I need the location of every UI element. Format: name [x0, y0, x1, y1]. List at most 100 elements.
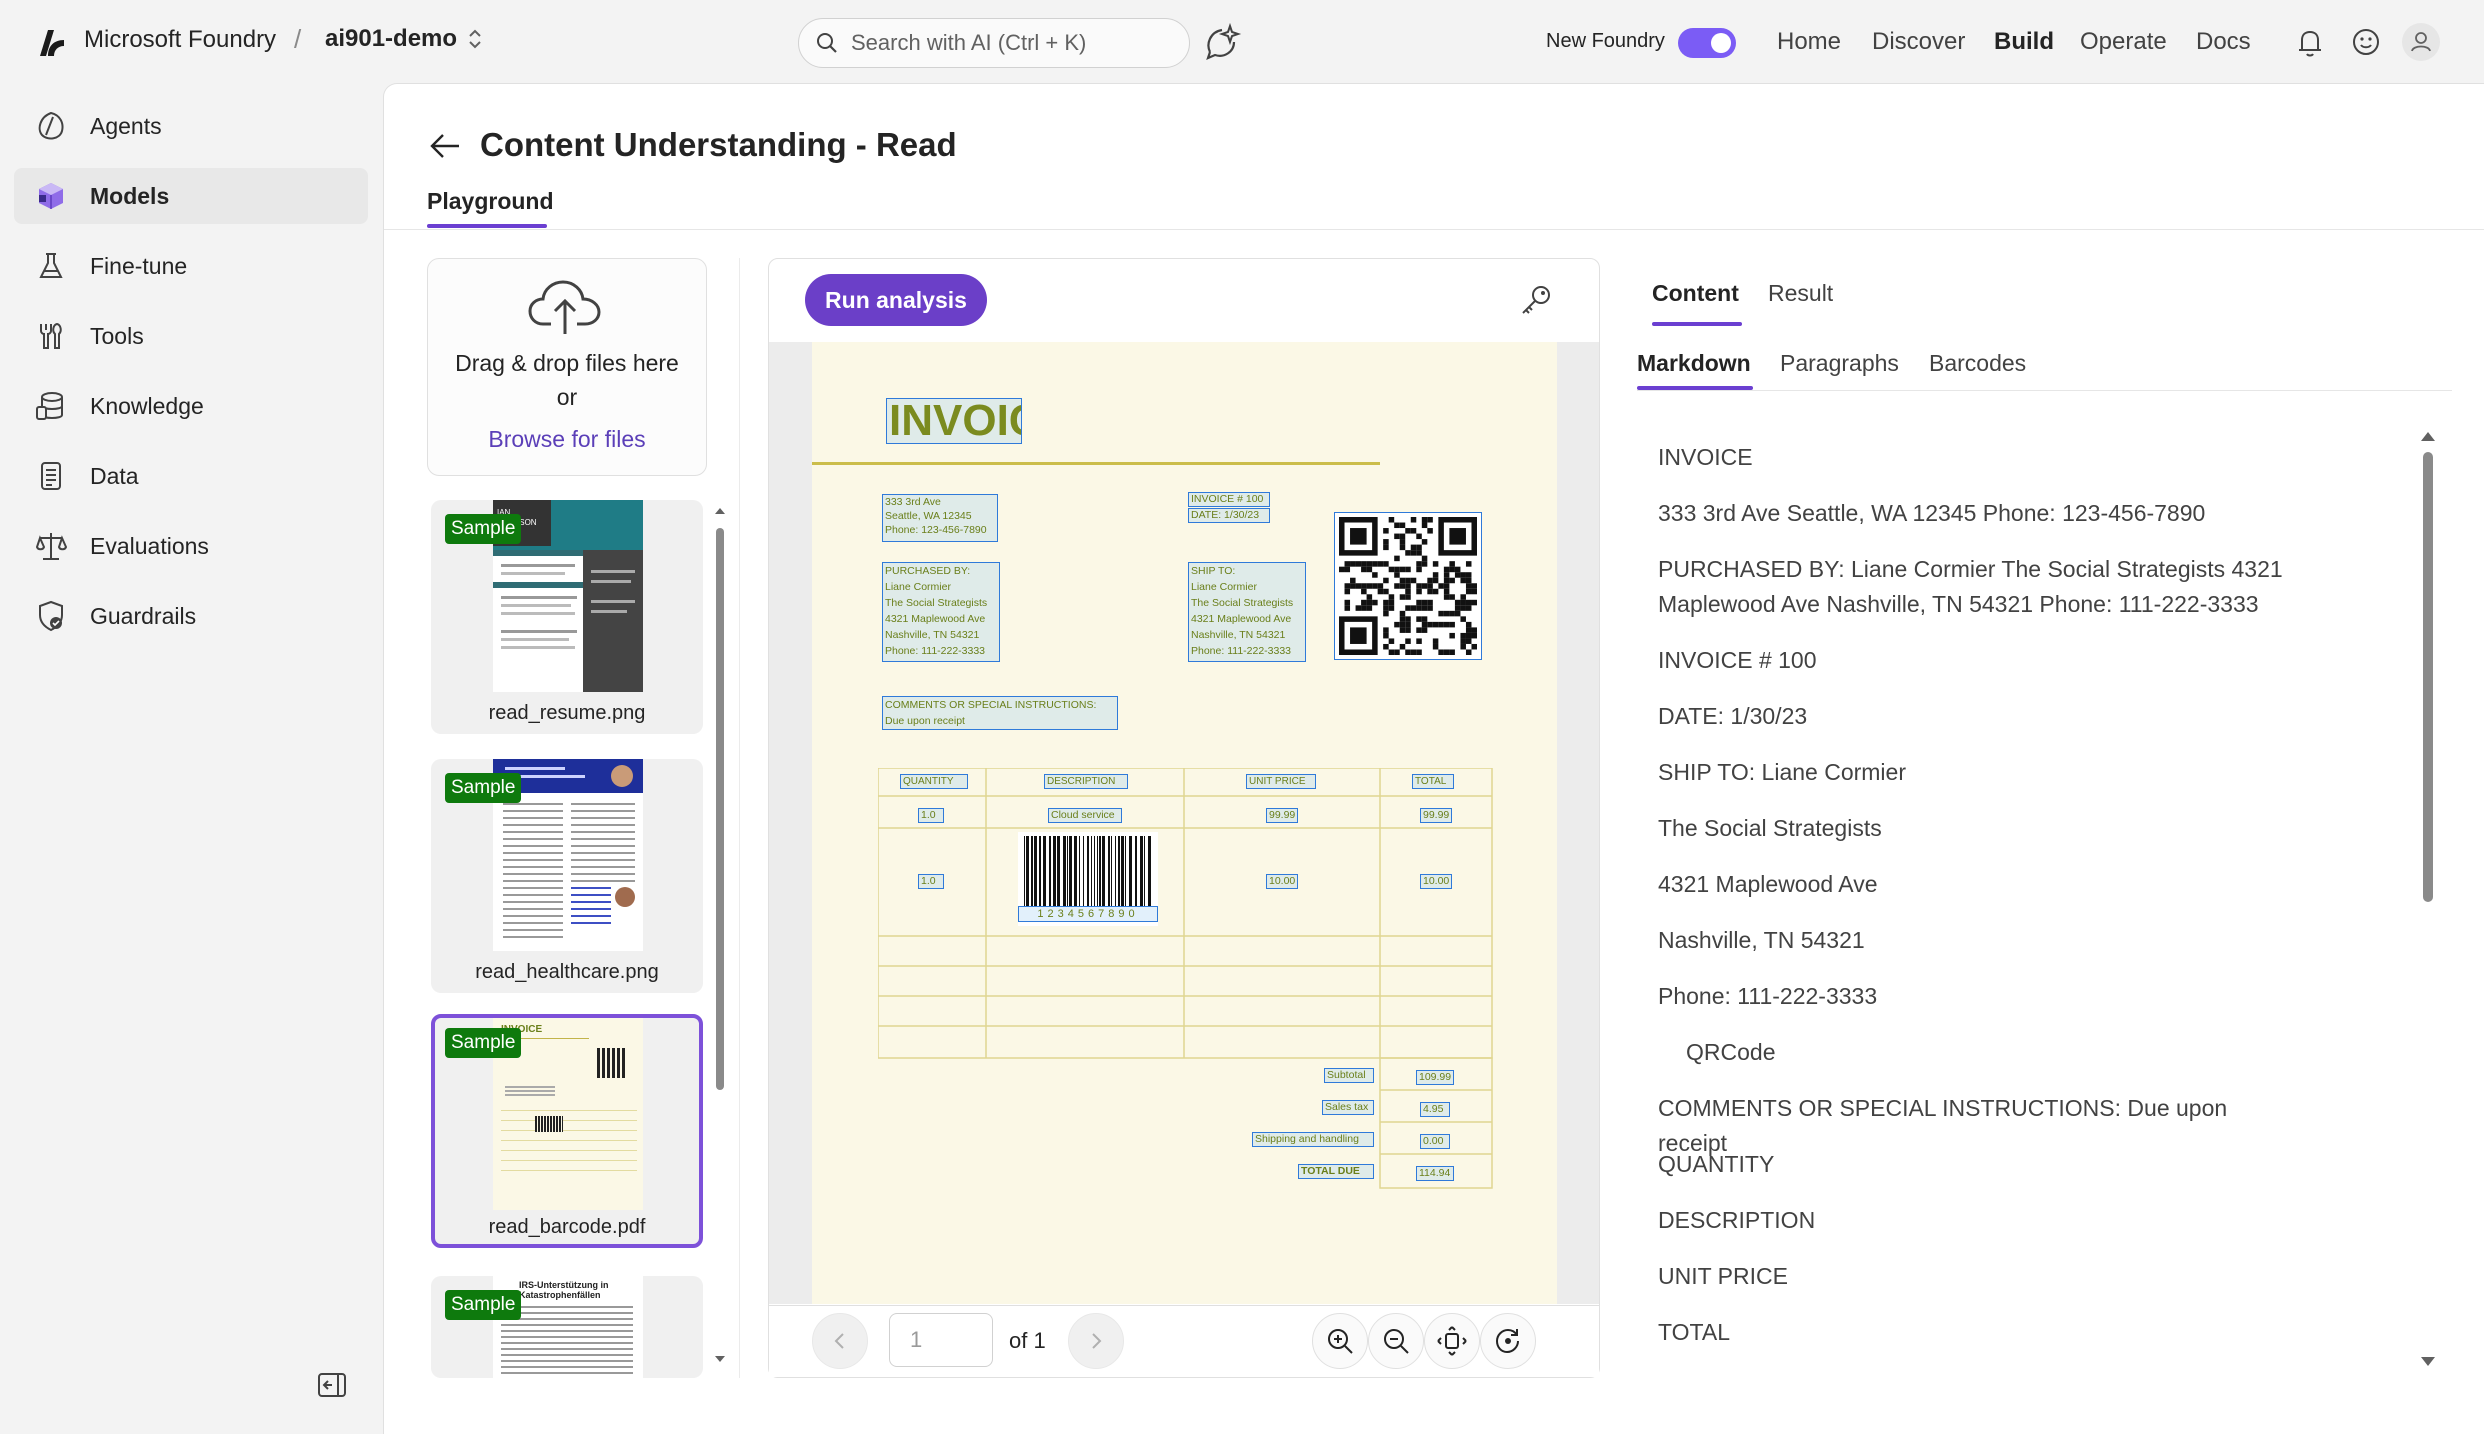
sidebar-item-models[interactable]: Models [14, 168, 368, 224]
tools-icon [40, 322, 62, 349]
markdown-line: DESCRIPTION [1658, 1207, 1816, 1233]
top-bar: Microsoft Foundry / ai901-demo New Found… [0, 0, 2484, 84]
fit-page-button[interactable] [1424, 1313, 1480, 1369]
row2-unit-price: 10.00 [1266, 874, 1298, 889]
markdown-line: Nashville, TN 54321 [1658, 927, 1865, 953]
sidebar-item-agents[interactable]: Agents [14, 98, 368, 154]
total-value-shipping: 0.00 [1420, 1134, 1450, 1149]
drop-zone-or: or [556, 384, 578, 410]
zoom-in-icon [1328, 1329, 1353, 1354]
invoice-table-grid [878, 768, 1493, 1189]
scroll-down-arrow-icon[interactable] [2418, 1354, 2438, 1370]
markdown-line: The Social Strategists [1658, 815, 1882, 841]
markdown-line: SHIP TO: Liane Cormier [1658, 759, 1906, 785]
search-box[interactable] [798, 18, 1190, 68]
markdown-line: 333 3rd Ave Seattle, WA 12345 Phone: 123… [1658, 500, 2206, 526]
copilot-sparkle-icon[interactable] [1202, 22, 1242, 62]
tab-content[interactable]: Content [1652, 280, 1739, 307]
row2-total: 10.00 [1420, 874, 1452, 889]
sidebar-item-label: Data [90, 462, 139, 489]
invoice-page: INVOICE 333 3rd AveSeattle, WA 12345Phon… [812, 342, 1557, 1304]
brand-name[interactable]: Microsoft Foundry [84, 26, 276, 54]
sidebar-item-evaluations[interactable]: Evaluations [14, 518, 368, 574]
markdown-line: TOTAL [1658, 1319, 1730, 1345]
prev-page-button[interactable] [812, 1313, 868, 1369]
sidebar-item-guardrails[interactable]: Guardrails [14, 588, 368, 644]
sidebar-item-knowledge[interactable]: Knowledge [14, 378, 368, 434]
zoom-in-button[interactable] [1312, 1313, 1368, 1369]
run-analysis-button[interactable]: Run analysis [805, 274, 987, 326]
title-rule [812, 462, 1380, 465]
nav-operate[interactable]: Operate [2080, 28, 2167, 56]
row1-unit-price: 99.99 [1266, 808, 1298, 823]
key-icon[interactable] [1518, 282, 1554, 318]
breadcrumb-separator: / [294, 24, 302, 54]
back-arrow-icon[interactable] [427, 130, 463, 162]
doc-ship-to: SHIP TO: Liane Cormier The Social Strategi… [1188, 562, 1306, 662]
sidebar-item-data[interactable]: Data [14, 448, 368, 504]
total-label-total-due: TOTAL DUE [1298, 1164, 1374, 1179]
page-number-input[interactable] [889, 1313, 993, 1367]
nav-docs[interactable]: Docs [2196, 28, 2251, 56]
flask-icon [39, 253, 63, 278]
file-card-resume[interactable]: IAN HANSSON Sample read_resume.png [431, 500, 703, 734]
next-page-button[interactable] [1068, 1313, 1124, 1369]
tab-result[interactable]: Result [1768, 280, 1833, 307]
bell-icon[interactable] [2292, 24, 2328, 60]
scales-icon [35, 533, 68, 560]
markdown-scroll-thumb[interactable] [2423, 452, 2433, 902]
collapse-sidebar-icon[interactable] [316, 1370, 348, 1400]
subtab-barcodes[interactable]: Barcodes [1929, 350, 2026, 377]
th-total: TOTAL [1412, 774, 1454, 789]
sidebar-item-label: Evaluations [90, 532, 209, 559]
subtab-markdown[interactable]: Markdown [1637, 350, 1751, 377]
nav-build[interactable]: Build [1994, 28, 2054, 56]
barcode: 1234567890 [1018, 832, 1158, 926]
project-selector[interactable]: ai901-demo [325, 25, 483, 53]
sample-badge: Sample [445, 1290, 522, 1320]
zoom-out-button[interactable] [1368, 1313, 1424, 1369]
toggle-knob [1711, 33, 1731, 53]
markdown-line: PURCHASED BY: Liane Cormier The Social S… [1658, 556, 2283, 617]
total-label-sales-tax: Sales tax [1322, 1100, 1374, 1115]
nav-discover[interactable]: Discover [1872, 28, 1965, 56]
file-card-tax-doc[interactable]: IRS-Unterstützung in Katastrophenfällen … [431, 1276, 703, 1378]
file-list-scroll-thumb[interactable] [716, 528, 724, 1090]
total-value-subtotal: 109.99 [1416, 1070, 1454, 1085]
file-card-healthcare[interactable]: Sample read_healthcare.png [431, 759, 703, 993]
file-name: read_barcode.pdf [488, 1216, 646, 1238]
subtab-paragraphs[interactable]: Paragraphs [1780, 350, 1899, 377]
row1-total: 99.99 [1420, 808, 1452, 823]
page-title: Content Understanding - Read [480, 126, 957, 163]
scroll-up-arrow-icon[interactable] [2418, 428, 2438, 444]
column-divider [739, 258, 740, 1378]
th-unit-price: UNIT PRICE [1246, 774, 1316, 789]
doc-invoice-number: INVOICE # 100 [1188, 492, 1270, 507]
row1-quantity: 1.0 [918, 808, 944, 823]
shield-icon [39, 600, 63, 632]
file-card-barcode[interactable]: INVOICE Sample read_barcode.pdf [431, 1014, 703, 1248]
sidebar-item-label: Knowledge [90, 392, 204, 419]
nav-home[interactable]: Home [1777, 28, 1841, 56]
tab-active-indicator [427, 224, 547, 228]
search-input[interactable] [851, 30, 1171, 56]
sidebar-item-fine-tune[interactable]: Fine-tune [14, 238, 368, 294]
database-icon [36, 392, 63, 420]
project-name: ai901-demo [325, 25, 458, 52]
user-avatar-icon[interactable] [2402, 23, 2440, 61]
foundry-logo-icon[interactable] [34, 24, 70, 60]
sample-badge: Sample [445, 514, 522, 544]
models-icon [39, 183, 63, 209]
total-value-total-due: 114.94 [1416, 1166, 1454, 1181]
browse-files-link[interactable]: Browse for files [427, 426, 707, 453]
tab-content-indicator [1652, 322, 1742, 326]
doc-purchased-by: PURCHASED BY: Liane Cormier The Social Str… [882, 562, 1000, 662]
rotate-button[interactable] [1480, 1313, 1536, 1369]
tab-playground[interactable]: Playground [427, 188, 554, 215]
agents-icon [38, 111, 64, 140]
smiley-feedback-icon[interactable] [2348, 24, 2384, 60]
row1-description: Cloud service [1048, 808, 1122, 823]
new-foundry-toggle[interactable] [1678, 28, 1736, 58]
doc-comments: COMMENTS OR SPECIAL INSTRUCTIONS: Due upo… [882, 696, 1118, 730]
sidebar-item-tools[interactable]: Tools [14, 308, 368, 364]
